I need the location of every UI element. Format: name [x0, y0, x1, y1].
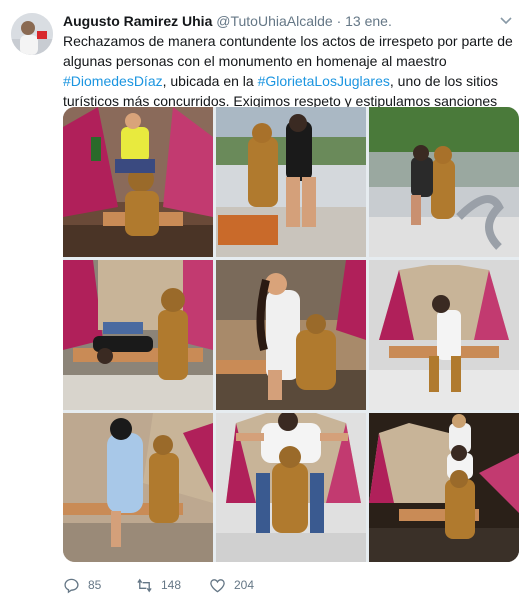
- avatar[interactable]: [11, 13, 53, 55]
- reply-icon: [64, 578, 79, 593]
- like-count: 204: [234, 578, 255, 592]
- collage-photo[interactable]: [369, 260, 519, 410]
- heart-icon: [210, 578, 225, 592]
- collage-photo[interactable]: [63, 260, 213, 410]
- collage-photo[interactable]: [216, 260, 366, 410]
- tweet-text-part: Rechazamos de manera contundente los act…: [63, 33, 513, 69]
- retweet-button[interactable]: 148: [136, 575, 181, 595]
- retweet-icon: [137, 578, 152, 592]
- separator: ·: [336, 13, 342, 29]
- chevron-down-icon[interactable]: [499, 13, 513, 27]
- hashtag-glorietalosjuglares[interactable]: #GlorietaLosJuglares: [258, 73, 390, 89]
- tweet-date[interactable]: 13 ene.: [345, 13, 392, 29]
- collage-photo[interactable]: [63, 413, 213, 562]
- hashtag-diomedesdiaz[interactable]: #DiomedesDíaz: [63, 73, 163, 89]
- tweet-text-part: , ubicada en la: [162, 73, 258, 89]
- collage-photo[interactable]: [216, 107, 366, 257]
- photo-collage[interactable]: [63, 107, 519, 562]
- author-handle[interactable]: @TutoUhiaAlcalde: [216, 13, 332, 29]
- collage-photo[interactable]: [63, 107, 213, 257]
- author-name[interactable]: Augusto Ramirez Uhia: [63, 13, 212, 29]
- reply-count: 85: [88, 578, 102, 592]
- tweet-header: Augusto Ramirez Uhia @TutoUhiaAlcalde · …: [63, 12, 392, 30]
- tweet[interactable]: Augusto Ramirez Uhia @TutoUhiaAlcalde · …: [0, 0, 522, 599]
- like-button[interactable]: 204: [209, 575, 254, 595]
- tweet-actions: 85 148 204: [63, 575, 363, 595]
- reply-button[interactable]: 85: [63, 575, 101, 595]
- collage-photo[interactable]: [369, 107, 519, 257]
- collage-photo[interactable]: [216, 413, 366, 562]
- retweet-count: 148: [161, 578, 182, 592]
- collage-photo[interactable]: [369, 413, 519, 562]
